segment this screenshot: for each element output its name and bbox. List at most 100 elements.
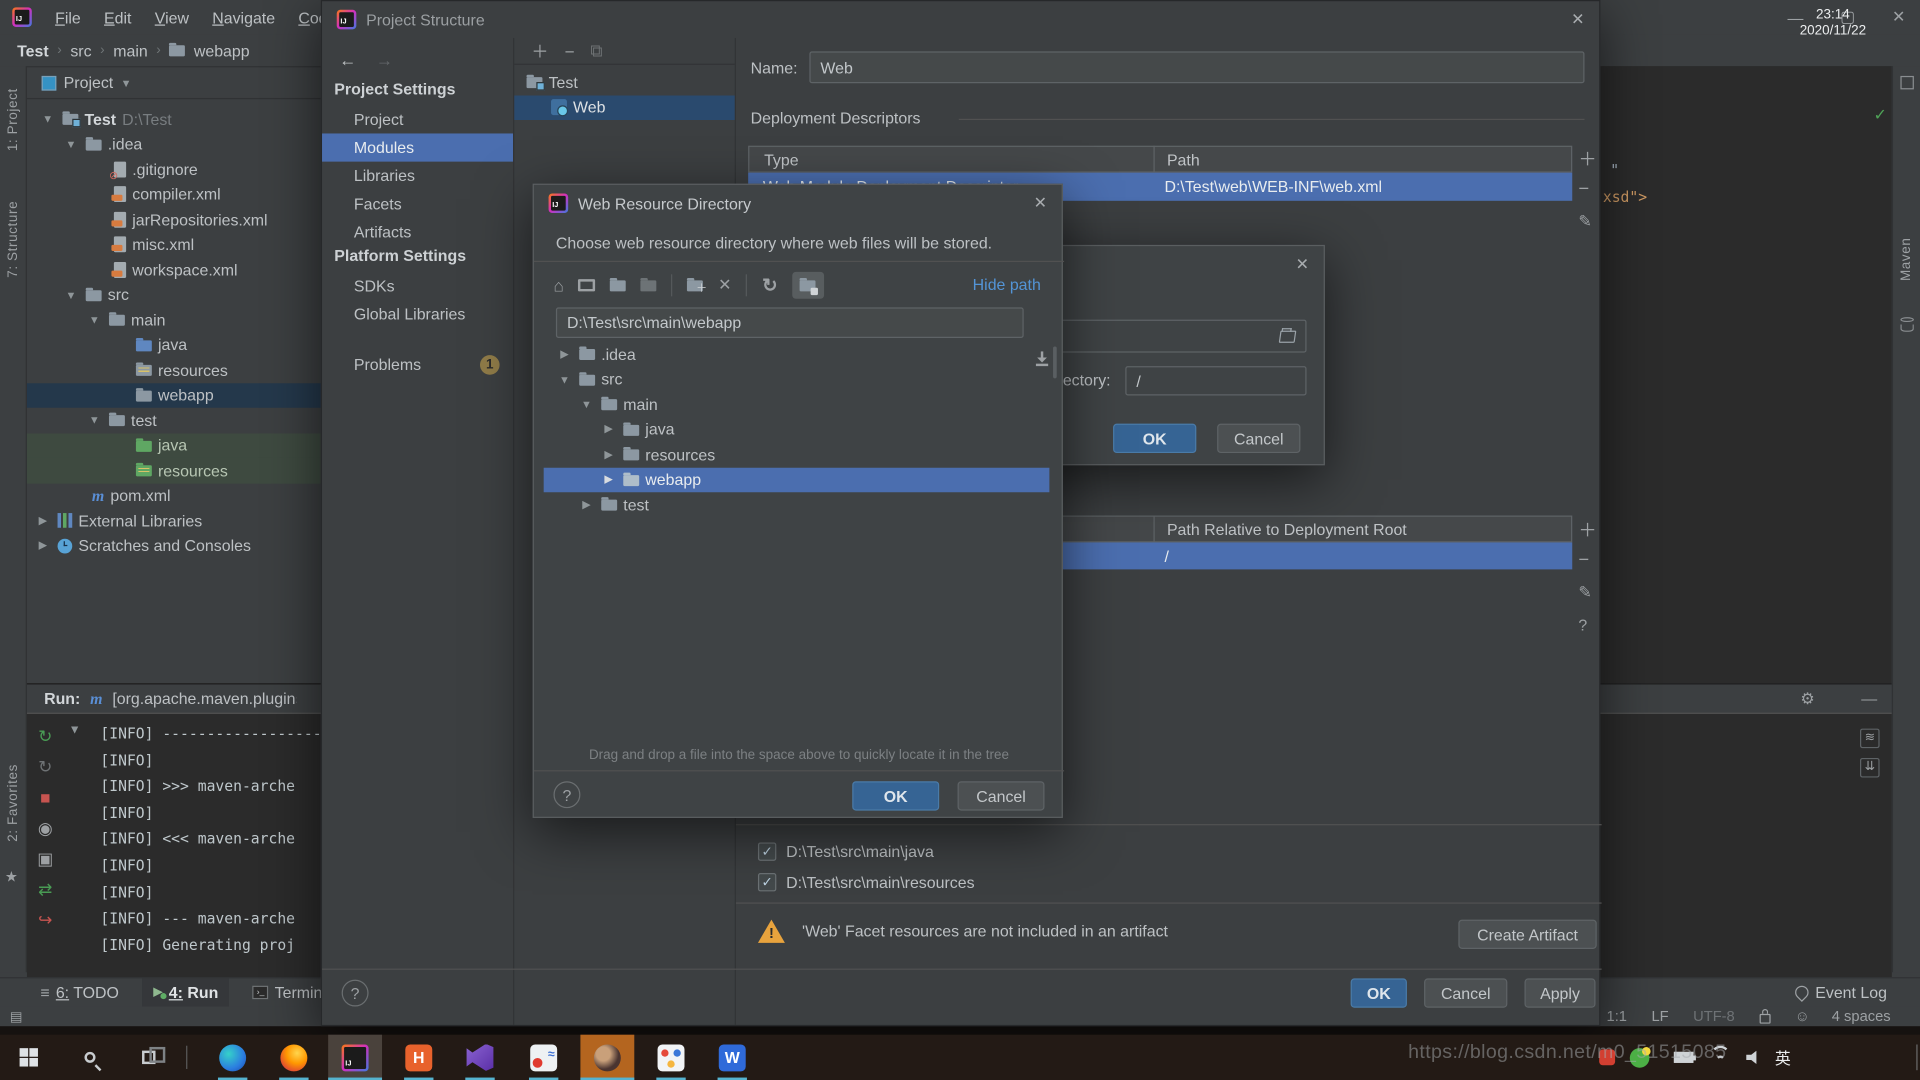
tree-item-src[interactable]: ▼ src xyxy=(544,367,1050,392)
breadcrumb-webapp[interactable]: webapp xyxy=(194,41,250,59)
chevron-down-icon[interactable]: ▼ xyxy=(556,373,573,385)
cancel-button[interactable]: Cancel xyxy=(957,781,1045,811)
toolwindow-toggle-icon[interactable]: ▤ xyxy=(10,1008,23,1025)
menu-navigate[interactable]: Navigate xyxy=(212,8,275,26)
ok-button[interactable]: OK xyxy=(852,781,940,811)
tree-item-misc[interactable]: misc.xml xyxy=(27,232,321,257)
tool-stripe-maven[interactable]: Maven xyxy=(1899,238,1914,285)
taskbar-app-circles[interactable] xyxy=(647,1035,696,1080)
tree-item-java[interactable]: ▶ java xyxy=(544,417,1050,442)
breadcrumb-project[interactable]: Test xyxy=(17,41,49,59)
show-desktop-button[interactable] xyxy=(1916,1044,1918,1071)
ok-button[interactable]: OK xyxy=(1350,978,1407,1008)
menu-file[interactable]: File xyxy=(55,8,81,26)
tree-item-webapp[interactable]: webapp xyxy=(26,382,321,408)
tool-stripe-favorites[interactable]: 2: Favorites xyxy=(6,764,21,845)
filter-icon[interactable]: ◉ xyxy=(38,818,53,838)
taskbar-idea-active[interactable] xyxy=(328,1034,383,1080)
chevron-down-icon[interactable]: ▼ xyxy=(578,398,595,410)
database-icon[interactable] xyxy=(1900,317,1914,323)
settings-gear-icon[interactable]: ⚙ xyxy=(1800,689,1814,709)
sidebar-item-facets[interactable]: Facets xyxy=(322,190,513,218)
source-root-row[interactable]: ✓ D:\Test\src\main\java xyxy=(757,842,934,861)
remove-icon[interactable]: − xyxy=(1578,179,1589,200)
taskbar-app-red-blue[interactable]: ≈ xyxy=(519,1035,568,1080)
copy-icon[interactable]: ⧉ xyxy=(590,40,602,61)
close-icon[interactable]: ✕ xyxy=(1296,255,1309,275)
search-button[interactable] xyxy=(66,1035,113,1080)
tree-item-test-java[interactable]: java xyxy=(26,432,321,458)
taskbar-hbuilder[interactable]: H xyxy=(394,1035,443,1080)
stop-icon[interactable]: ■ xyxy=(40,787,50,807)
add-icon[interactable]: ＋ xyxy=(1578,146,1596,172)
menu-view[interactable]: View xyxy=(155,8,189,26)
add-icon[interactable]: ＋ xyxy=(1578,517,1596,543)
tree-item-compiler[interactable]: compiler.xml xyxy=(27,182,321,207)
show-hidden-toggle[interactable] xyxy=(792,271,825,299)
tree-item-webapp-selected[interactable]: ▶ webapp xyxy=(543,467,1050,493)
edit-pencil-icon[interactable]: ✎ xyxy=(1578,583,1591,603)
bookmark-icon[interactable] xyxy=(1900,75,1914,90)
ime-indicator[interactable]: 英 xyxy=(1768,1035,1797,1080)
tree-item-test[interactable]: ▶ test xyxy=(544,492,1050,517)
hide-path-link[interactable]: Hide path xyxy=(973,276,1041,294)
breadcrumb-main[interactable]: main xyxy=(113,41,148,59)
add-icon[interactable]: ＋ xyxy=(531,39,548,63)
help-button[interactable]: ? xyxy=(341,979,369,1007)
chevron-right-icon[interactable]: ▶ xyxy=(578,498,595,511)
rerun-icon[interactable]: ↻ xyxy=(38,726,52,746)
tab-run[interactable]: ▶ 4: Run xyxy=(142,977,230,1008)
taskbar-app-active[interactable] xyxy=(580,1034,635,1080)
cancel-button[interactable]: Cancel xyxy=(1424,978,1508,1008)
taskbar-edge[interactable] xyxy=(208,1035,257,1080)
tree-item-idea[interactable]: ▼ .idea xyxy=(27,132,321,157)
checkbox-checked[interactable]: ✓ xyxy=(757,873,777,892)
menu-edit[interactable]: Edit xyxy=(104,8,131,26)
remove-icon[interactable]: − xyxy=(564,41,574,61)
source-root-row[interactable]: ✓ D:\Test\src\main\resources xyxy=(757,873,975,892)
inspection-ok-icon[interactable]: ✓ xyxy=(1873,105,1886,125)
start-button[interactable] xyxy=(5,1035,52,1080)
run-configuration-title[interactable]: [org.apache.maven.plugins:m xyxy=(112,689,296,707)
scrollbar-thumb[interactable] xyxy=(1053,346,1057,379)
tree-item-main-java[interactable]: java xyxy=(27,332,321,357)
tree-item-test-resources[interactable]: resources xyxy=(26,457,321,484)
taskbar-clock[interactable]: 23:14 2020/11/22 xyxy=(1800,0,1866,45)
chevron-right-icon[interactable]: ▶ xyxy=(34,539,51,552)
file-encoding[interactable]: UTF-8 xyxy=(1693,1008,1735,1025)
snapshot-icon[interactable]: ▣ xyxy=(37,849,53,869)
taskbar-firefox[interactable] xyxy=(269,1035,318,1080)
module-tree-root[interactable]: Test xyxy=(514,70,734,95)
chevron-right-icon[interactable]: ▶ xyxy=(556,347,573,360)
new-folder-icon[interactable]: ＋ xyxy=(687,277,707,294)
relative-path-input[interactable]: / xyxy=(1125,366,1307,396)
import-icon[interactable]: ⇄ xyxy=(38,879,52,899)
tree-item-root[interactable]: ▼ Test D:\Test xyxy=(27,107,321,132)
remove-icon[interactable]: − xyxy=(1578,550,1589,571)
tree-item-pom[interactable]: m pom.xml xyxy=(27,483,321,508)
project-folder-icon[interactable] xyxy=(610,277,627,292)
tree-item-src[interactable]: ▼ src xyxy=(27,282,321,307)
task-view-button[interactable] xyxy=(125,1035,172,1080)
chevron-down-icon[interactable]: ▼ xyxy=(39,113,56,125)
ok-button[interactable]: OK xyxy=(1113,423,1197,454)
create-artifact-button[interactable]: Create Artifact xyxy=(1458,919,1597,949)
tree-item-external-libraries[interactable]: ▶ External Libraries xyxy=(27,508,321,533)
lock-icon[interactable] xyxy=(1759,1008,1771,1024)
line-separator[interactable]: LF xyxy=(1651,1008,1668,1025)
sidebar-item-sdks[interactable]: SDKs xyxy=(322,272,513,300)
fold-arrow-icon[interactable]: ▼ xyxy=(69,724,81,737)
home-icon[interactable]: ⌂ xyxy=(553,276,563,296)
chevron-down-icon[interactable]: ▼ xyxy=(86,414,103,426)
edit-pencil-icon[interactable]: ✎ xyxy=(1578,212,1591,232)
module-tree-web[interactable]: Web xyxy=(514,94,735,121)
taskbar-visual-studio[interactable] xyxy=(456,1035,505,1080)
chevron-right-icon[interactable]: ▶ xyxy=(600,423,617,436)
sidebar-item-artifacts[interactable]: Artifacts xyxy=(322,218,513,246)
sidebar-item-libraries[interactable]: Libraries xyxy=(322,162,513,190)
caret-position[interactable]: 1:1 xyxy=(1607,1008,1627,1025)
chevron-down-icon[interactable]: ▼ xyxy=(62,138,79,150)
tree-item-idea[interactable]: ▶ .idea xyxy=(544,342,1050,367)
tree-item-main[interactable]: ▼ main xyxy=(27,307,321,332)
apply-button[interactable]: Apply xyxy=(1524,978,1596,1008)
